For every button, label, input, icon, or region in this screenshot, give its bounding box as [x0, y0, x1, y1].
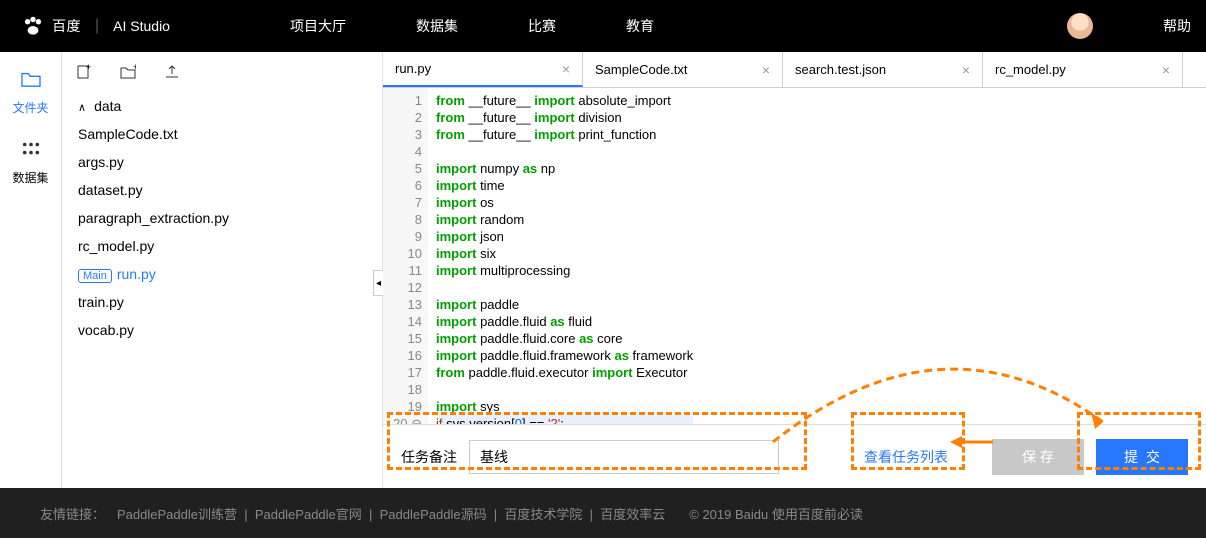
- tree-file[interactable]: rc_model.py: [62, 232, 382, 260]
- nav-datasets[interactable]: 数据集: [416, 16, 458, 36]
- footer-link[interactable]: 百度技术学院: [504, 507, 582, 522]
- logo[interactable]: 百度 | AI Studio: [20, 13, 170, 39]
- nav: 项目大厅 数据集 比赛 教育: [290, 16, 654, 36]
- brand: AI Studio: [113, 18, 170, 34]
- logo-text: 百度: [52, 16, 81, 36]
- submit-button[interactable]: 提交: [1096, 439, 1188, 475]
- tree-main-file[interactable]: Mainrun.py: [62, 260, 382, 288]
- note-input[interactable]: [469, 440, 779, 474]
- footer: 友情链接： PaddlePaddle训练营 | PaddlePaddle官网 |…: [0, 488, 1206, 538]
- gutter: 1234567891011121314151617181920 ⊖2122232…: [383, 88, 428, 424]
- footer-link[interactable]: 百度效率云: [600, 507, 665, 522]
- collapse-handle[interactable]: ◂: [373, 270, 383, 296]
- editor-tabs: run.py×SampleCode.txt×search.test.json×r…: [383, 52, 1206, 88]
- footer-label: 友情链接：: [40, 504, 105, 523]
- tree-file[interactable]: vocab.py: [62, 316, 382, 344]
- note-label: 任务备注: [401, 447, 457, 467]
- editor: ◂ run.py×SampleCode.txt×search.test.json…: [382, 52, 1206, 488]
- avatar[interactable]: [1067, 13, 1093, 39]
- view-tasks-link[interactable]: 查看任务列表: [864, 447, 948, 467]
- new-folder-icon[interactable]: +: [120, 64, 136, 80]
- sidebar-datasets[interactable]: 数据集: [0, 140, 61, 186]
- close-icon[interactable]: ×: [1162, 62, 1170, 78]
- footer-link[interactable]: PaddlePaddle官网: [255, 507, 362, 522]
- code-area[interactable]: 1234567891011121314151617181920 ⊖2122232…: [383, 88, 1206, 424]
- tree-toolbar: + +: [62, 64, 382, 80]
- footer-link[interactable]: PaddlePaddle源码: [380, 507, 487, 522]
- tab[interactable]: run.py×: [383, 52, 583, 87]
- new-file-icon[interactable]: +: [76, 64, 92, 80]
- tree-file[interactable]: paragraph_extraction.py: [62, 204, 382, 232]
- paw-icon: [20, 13, 46, 39]
- footer-link[interactable]: PaddlePaddle训练营: [117, 507, 237, 522]
- close-icon[interactable]: ×: [962, 62, 970, 78]
- nav-projects[interactable]: 项目大厅: [290, 16, 346, 36]
- tree-file[interactable]: dataset.py: [62, 176, 382, 204]
- nav-competition[interactable]: 比赛: [528, 16, 556, 36]
- file-tree: + + data SampleCode.txtargs.pydataset.py…: [62, 52, 382, 488]
- nav-education[interactable]: 教育: [626, 16, 654, 36]
- nav-help[interactable]: 帮助: [1163, 16, 1191, 36]
- close-icon[interactable]: ×: [562, 61, 570, 77]
- tab[interactable]: rc_model.py×: [983, 52, 1183, 87]
- bottom-bar: 任务备注 查看任务列表 保 存 提交: [383, 424, 1206, 488]
- tab[interactable]: search.test.json×: [783, 52, 983, 87]
- left-sidebar: 文件夹 数据集: [0, 52, 62, 488]
- footer-copy: © 2019 Baidu 使用百度前必读: [689, 504, 863, 523]
- grid-icon: [20, 140, 42, 158]
- tree-file[interactable]: train.py: [62, 288, 382, 316]
- tree-folder-data[interactable]: data: [62, 92, 382, 120]
- tree-file[interactable]: args.py: [62, 148, 382, 176]
- source[interactable]: from __future__ import absolute_importfr…: [428, 88, 693, 424]
- svg-text:+: +: [133, 64, 136, 72]
- tree-file[interactable]: SampleCode.txt: [62, 120, 382, 148]
- upload-icon[interactable]: [164, 64, 180, 80]
- header: 百度 | AI Studio 项目大厅 数据集 比赛 教育 帮助: [0, 0, 1206, 52]
- tab[interactable]: SampleCode.txt×: [583, 52, 783, 87]
- close-icon[interactable]: ×: [762, 62, 770, 78]
- save-button[interactable]: 保 存: [992, 439, 1084, 475]
- sidebar-files[interactable]: 文件夹: [0, 70, 61, 116]
- folder-icon: [20, 70, 42, 88]
- svg-text:+: +: [86, 64, 91, 72]
